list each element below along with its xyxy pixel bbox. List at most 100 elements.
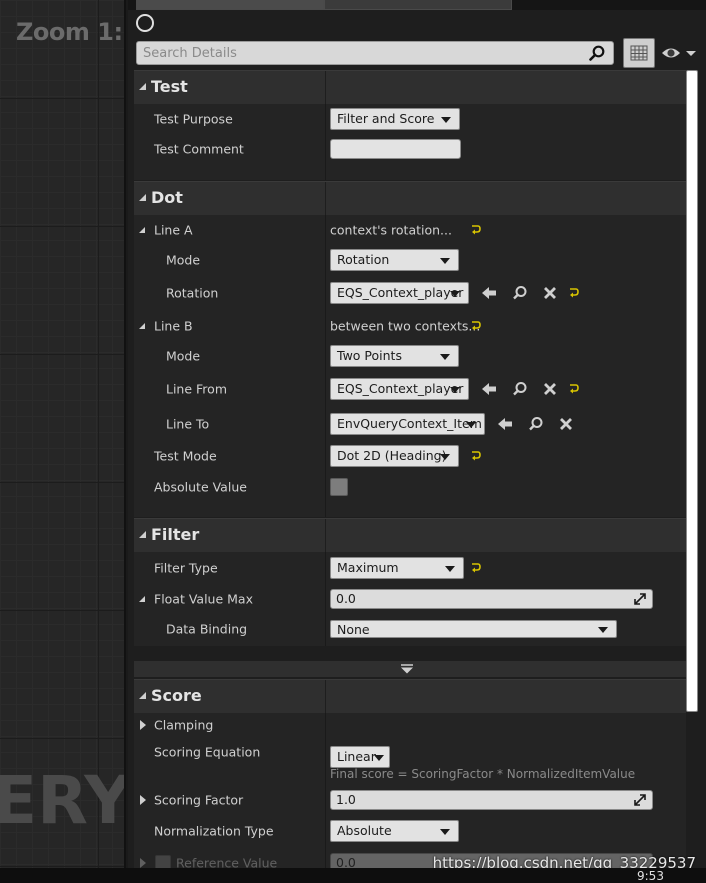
test-purpose-combo[interactable]: Filter and Score [330, 108, 460, 130]
reset-to-default-icon[interactable] [471, 563, 481, 573]
rotation-combo[interactable]: EQS_Context_player [330, 282, 469, 304]
score-rows: Clamping Scoring Equation Linear Final s… [134, 713, 686, 868]
browse-search-icon[interactable] [527, 415, 545, 433]
tab-profiler[interactable] [324, 0, 512, 10]
category-test[interactable]: Test [134, 70, 686, 105]
property-label: Scoring Factor [154, 792, 244, 808]
scoring-equation-hint: Final score = ScoringFactor * Normalized… [330, 767, 636, 781]
property-label: Filter Type [154, 560, 218, 576]
expand-arrow-icon[interactable] [140, 795, 146, 805]
expand-icon[interactable] [634, 794, 646, 806]
chevron-down-icon [440, 258, 450, 264]
category-score[interactable]: Score [134, 679, 686, 714]
clear-x-icon[interactable] [541, 380, 559, 398]
data-binding-combo[interactable]: None [330, 620, 617, 638]
dot-rows: Line A context's rotation... Mode Rotati… [134, 215, 686, 517]
row-line-to: Line To EnvQueryContext_Item [134, 407, 686, 441]
category-label: Test [151, 77, 188, 96]
category-label: Score [151, 686, 202, 705]
property-label: Test Mode [154, 448, 217, 464]
row-line-a: Line A context's rotation... [134, 215, 686, 245]
test-rows: Test Purpose Filter and Score Test Comme… [134, 104, 686, 180]
normalization-type-combo[interactable]: Absolute [330, 820, 459, 842]
property-label: Float Value Max [154, 591, 253, 607]
absolute-value-checkbox[interactable] [330, 478, 348, 496]
property-label: Test Purpose [154, 111, 233, 127]
chevron-down-icon [441, 117, 451, 123]
collapse-arrow-icon[interactable] [139, 596, 145, 602]
reset-to-default-icon[interactable] [471, 321, 481, 331]
use-selected-arrow-icon[interactable] [496, 415, 514, 433]
row-mode-a: Mode Rotation [134, 245, 686, 275]
filter-rows: Filter Type Maximum Float Value Max 0.0 … [134, 552, 686, 646]
row-rotation: Rotation EQS_Context_player [134, 275, 686, 311]
reset-to-default-icon[interactable] [569, 384, 579, 394]
eye-icon [662, 48, 696, 58]
collapse-arrow-icon[interactable] [139, 323, 145, 329]
search-icon[interactable] [589, 45, 605, 61]
zoom-label: Zoom 1:1 [16, 18, 124, 46]
chevron-down-icon [598, 627, 608, 633]
lock-icon[interactable] [136, 14, 154, 32]
chevron-down-icon [440, 354, 450, 360]
use-selected-arrow-icon[interactable] [480, 284, 498, 302]
row-normalization-type: Normalization Type Absolute [134, 815, 686, 847]
expand-arrow-icon[interactable] [140, 858, 146, 868]
property-label: Mode [166, 348, 201, 364]
line-from-combo[interactable]: EQS_Context_player [330, 378, 469, 400]
advanced-toggle[interactable] [134, 661, 686, 677]
filter-type-combo[interactable]: Maximum [330, 557, 464, 579]
row-test-purpose: Test Purpose Filter and Score [134, 104, 686, 134]
browse-search-icon[interactable] [511, 380, 529, 398]
clear-x-icon[interactable] [541, 284, 559, 302]
property-label: Line A [154, 222, 193, 238]
clock: 9:53 [637, 869, 664, 883]
reset-to-default-icon[interactable] [569, 288, 579, 298]
mode-b-combo[interactable]: Two Points [330, 345, 459, 367]
reset-to-default-icon[interactable] [471, 225, 481, 235]
reference-value-checkbox[interactable] [155, 855, 171, 868]
float-value-max-field[interactable]: 0.0 [330, 589, 653, 609]
row-test-comment: Test Comment [134, 134, 686, 164]
line-a-summary: context's rotation... [330, 222, 452, 238]
scrollbar-thumb[interactable] [686, 70, 698, 712]
use-selected-arrow-icon[interactable] [480, 380, 498, 398]
expand-icon[interactable] [634, 593, 646, 605]
category-filter[interactable]: Filter [134, 518, 686, 553]
collapse-arrow-icon [139, 83, 146, 90]
visibility-button[interactable] [660, 42, 698, 64]
chevron-down-icon [374, 754, 384, 761]
tab-bar [128, 0, 706, 10]
search-input[interactable] [143, 44, 583, 62]
view-options-button[interactable] [623, 38, 655, 68]
mode-a-combo[interactable]: Rotation [330, 249, 459, 271]
row-line-b: Line B between two contexts... [134, 311, 686, 341]
row-data-binding: Data Binding None [134, 614, 686, 644]
row-mode-b: Mode Two Points [134, 341, 686, 371]
chevron-down-icon [445, 566, 455, 572]
tab-details[interactable] [136, 0, 324, 10]
chevron-down-icon [450, 387, 460, 393]
test-mode-combo[interactable]: Dot 2D (Heading) [330, 445, 459, 467]
search-box[interactable] [136, 41, 614, 65]
browse-search-icon[interactable] [511, 284, 529, 302]
clear-x-icon[interactable] [557, 415, 575, 433]
scoring-equation-combo[interactable]: Linear [330, 745, 390, 768]
property-label: Data Binding [166, 621, 248, 637]
row-line-from: Line From EQS_Context_player [134, 371, 686, 407]
collapse-arrow-icon [139, 531, 146, 538]
graph-watermark: ERY [0, 762, 126, 839]
expand-arrow-icon[interactable] [140, 720, 146, 730]
category-dot[interactable]: Dot [134, 181, 686, 216]
property-label: Reference Value [176, 855, 278, 869]
line-to-combo[interactable]: EnvQueryContext_Item [330, 413, 485, 435]
details-content: Test Test Purpose Filter and Score Test … [134, 70, 686, 868]
test-comment-field[interactable] [330, 139, 461, 159]
row-scoring-factor: Scoring Factor 1.0 [134, 787, 686, 813]
collapse-arrow-icon[interactable] [139, 227, 145, 233]
category-label: Dot [151, 188, 183, 207]
property-label: Absolute Value [154, 479, 247, 495]
reset-to-default-icon[interactable] [471, 451, 481, 461]
graph-viewport[interactable]: Zoom 1:1 ERY [0, 0, 126, 868]
scoring-factor-field[interactable]: 1.0 [330, 790, 653, 810]
